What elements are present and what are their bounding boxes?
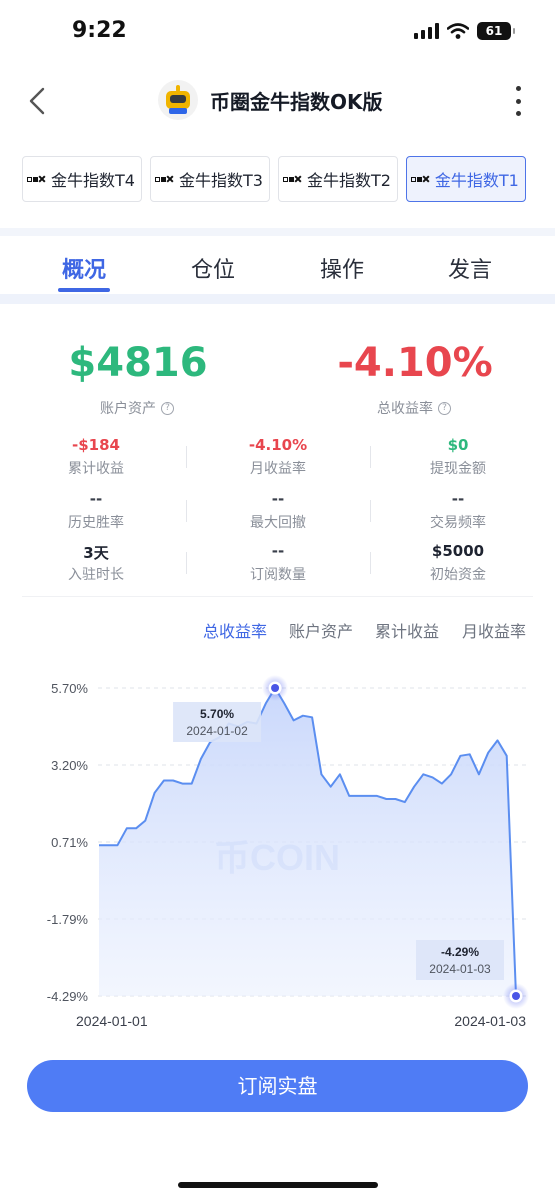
stat-value: -- — [271, 542, 285, 560]
status-bar: 9:22 61 — [0, 0, 555, 66]
x-tick-label: 2024-01-01 — [76, 1013, 148, 1029]
chart-tab-cumulative-pnl[interactable]: 累计收益 — [375, 618, 439, 642]
nav-title-group: 币圈金牛指数OK版 — [158, 80, 383, 120]
annotation-value: 5.70% — [200, 707, 234, 721]
more-vertical-icon[interactable] — [516, 86, 522, 116]
signal-icon — [414, 23, 439, 39]
stat-trade-frequency: -- 交易频率 — [378, 490, 538, 532]
annotation-date: 2024-01-03 — [429, 962, 491, 976]
divider — [370, 500, 371, 522]
stat-label: 月收益率 — [250, 461, 306, 477]
help-icon[interactable]: ? — [438, 401, 451, 415]
pill-t3[interactable]: 金牛指数T3 — [149, 156, 270, 202]
return-chart: 5.70%3.20%0.71%-1.79%-4.29% 币COIN 5.70%2… — [47, 675, 530, 1029]
account-assets-value: $4816 — [68, 340, 208, 386]
stat-value: -- — [271, 490, 285, 508]
total-return-value: -4.10% — [337, 340, 493, 386]
stat-value: -$184 — [72, 436, 120, 454]
tab-bar: 概况 仓位 操作 发言 — [0, 244, 555, 294]
chart-tab-monthly-return[interactable]: 月收益率 — [462, 618, 526, 642]
stat-value: $0 — [447, 436, 469, 454]
chart-tab-account-assets[interactable]: 账户资产 — [289, 618, 353, 642]
chart-tab-total-return[interactable]: 总收益率 — [203, 618, 267, 642]
total-return-label: 总收益率 ? — [377, 398, 451, 418]
stat-label: 提现金额 — [430, 461, 486, 477]
stat-value: -4.10% — [248, 436, 308, 454]
y-tick-label: 3.20% — [51, 758, 88, 773]
divider — [186, 500, 187, 522]
pill-label: 金牛指数T2 — [306, 171, 391, 190]
help-icon[interactable]: ? — [161, 401, 174, 415]
chart-y-axis: 5.70% 3.20% 0.71% -1.79% -4.29% — [47, 681, 89, 1004]
stat-label: 累计收益 — [68, 461, 124, 477]
tab-operations[interactable]: 操作 — [302, 252, 382, 284]
index-selector: 金牛指数T4 金牛指数T3 金牛指数T2 金牛指数T1 — [22, 156, 526, 202]
okx-logo-icon — [282, 176, 301, 182]
stat-monthly-return: -4.10% 月收益率 — [198, 436, 358, 478]
pill-label: 金牛指数T1 — [434, 171, 519, 190]
pill-t4[interactable]: 金牛指数T4 — [22, 156, 142, 202]
tab-underline — [58, 288, 110, 292]
stat-win-rate: -- 历史胜率 — [16, 490, 176, 532]
total-return-label-text: 总收益率 — [377, 401, 433, 417]
status-icons: 61 — [414, 22, 515, 40]
y-tick-label: -4.29% — [47, 989, 89, 1004]
annotation-date: 2024-01-02 — [186, 724, 248, 738]
nav-bar: 币圈金牛指数OK版 — [0, 66, 555, 136]
account-assets-label: 账户资产 ? — [100, 398, 174, 418]
subscribe-button[interactable]: 订阅实盘 — [27, 1060, 528, 1112]
annotation-value: -4.29% — [441, 945, 479, 959]
stat-value: -- — [89, 490, 103, 508]
stat-value: $5000 — [431, 542, 485, 560]
chart-tab-bar: 总收益率 账户资产 累计收益 月收益率 — [0, 618, 555, 644]
stat-label: 初始资金 — [430, 567, 486, 583]
divider — [370, 552, 371, 574]
x-tick-label: 2024-01-03 — [454, 1013, 526, 1029]
stat-label: 历史胜率 — [68, 515, 124, 531]
stat-withdrawn: $0 提现金额 — [378, 436, 538, 478]
account-assets-label-text: 账户资产 — [100, 401, 156, 417]
tab-overview[interactable]: 概况 — [44, 252, 124, 284]
robot-icon — [158, 80, 198, 120]
stat-label: 订阅数量 — [250, 567, 306, 583]
y-tick-label: -1.79% — [47, 912, 89, 927]
pill-label: 金牛指数T4 — [51, 171, 135, 190]
okx-logo-icon — [410, 176, 429, 182]
divider — [370, 446, 371, 468]
divider — [186, 552, 187, 574]
annotation-dot — [512, 992, 520, 1000]
tab-posts[interactable]: 发言 — [430, 252, 510, 284]
stat-value: 3天 — [83, 544, 109, 562]
home-indicator — [178, 1182, 378, 1188]
annotation-dot — [271, 684, 280, 692]
divider — [22, 596, 533, 597]
pill-label: 金牛指数T3 — [178, 171, 263, 190]
stat-value: -- — [451, 490, 465, 508]
y-tick-label: 5.70% — [51, 681, 88, 696]
divider — [186, 446, 187, 468]
page-title: 币圈金牛指数OK版 — [210, 89, 383, 114]
pill-t2[interactable]: 金牛指数T2 — [277, 156, 398, 202]
chart-x-axis: 2024-01-01 2024-01-03 — [76, 1013, 526, 1029]
okx-logo-icon — [27, 176, 45, 182]
battery-icon: 61 — [477, 22, 515, 40]
okx-logo-icon — [154, 176, 173, 182]
stat-days-active: 3天 入驻时长 — [16, 542, 176, 584]
tab-positions[interactable]: 仓位 — [173, 252, 253, 284]
wifi-icon — [447, 23, 469, 39]
section-divider — [0, 228, 555, 236]
status-time: 9:22 — [72, 18, 127, 43]
stat-initial-capital: $5000 初始资金 — [378, 542, 538, 584]
stat-label: 入驻时长 — [68, 567, 124, 583]
section-divider — [0, 294, 555, 304]
y-tick-label: 0.71% — [51, 835, 88, 850]
pill-t1[interactable]: 金牛指数T1 — [405, 156, 526, 202]
stat-max-drawdown: -- 最大回撤 — [198, 490, 358, 532]
stat-label: 交易频率 — [430, 515, 486, 531]
stat-cumulative-pnl: -$184 累计收益 — [16, 436, 176, 478]
stat-subscribers: -- 订阅数量 — [198, 542, 358, 584]
chevron-left-icon[interactable] — [24, 84, 54, 118]
stat-label: 最大回撤 — [250, 515, 306, 531]
